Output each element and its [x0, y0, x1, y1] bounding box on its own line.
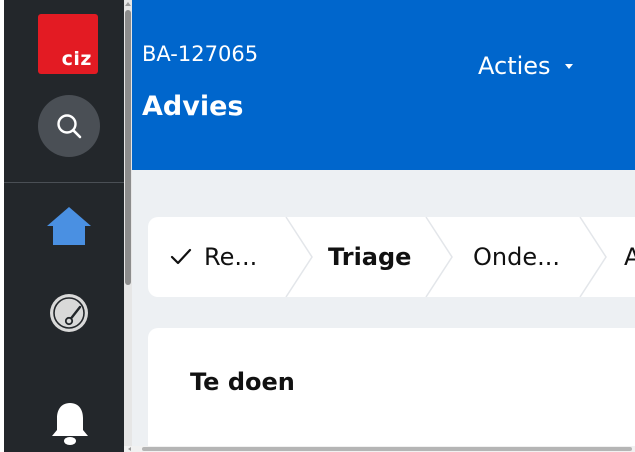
- case-id: BA-127065: [142, 42, 259, 66]
- step-current[interactable]: Triage: [328, 217, 411, 297]
- scrollbar-thumb[interactable]: [125, 10, 131, 285]
- logo-text: ciz: [61, 48, 92, 70]
- step-label: Triage: [328, 243, 412, 271]
- sidebar-divider: [4, 182, 124, 183]
- horizontal-scrollbar[interactable]: [124, 446, 635, 452]
- todo-card: Te doen: [148, 328, 635, 452]
- ciz-logo[interactable]: ciz: [38, 14, 98, 74]
- dashboard-gauge-icon: [50, 294, 88, 332]
- step-separator-icon: [285, 217, 313, 297]
- step-label: A: [624, 243, 635, 271]
- step-separator-icon: [424, 217, 453, 297]
- caret-down-icon: [564, 63, 573, 69]
- sidebar-scrollbar[interactable]: [124, 0, 132, 452]
- step-label: Onde...: [473, 243, 560, 271]
- checkmark-icon: [170, 248, 192, 265]
- horizontal-scrollbar-thumb[interactable]: [142, 447, 632, 451]
- main-content: Re... Triage Onde... A Te doen: [132, 170, 635, 452]
- nav-notifications-button[interactable]: [50, 400, 90, 446]
- bell-icon: [52, 403, 88, 445]
- search-button[interactable]: [38, 95, 100, 157]
- scroll-left-arrow-icon[interactable]: [128, 447, 131, 451]
- step-separator-icon: [579, 217, 607, 297]
- search-icon: [57, 114, 82, 139]
- sidebar: ciz: [4, 0, 124, 452]
- step-completed[interactable]: Re...: [170, 217, 257, 297]
- nav-home-button[interactable]: [46, 205, 92, 247]
- actions-dropdown[interactable]: Acties: [478, 52, 573, 80]
- actions-label: Acties: [478, 52, 551, 80]
- step-label: Re...: [204, 243, 258, 271]
- case-header: BA-127065 Advies Acties: [132, 0, 635, 170]
- home-icon: [47, 207, 91, 245]
- step-upcoming[interactable]: A: [624, 217, 635, 297]
- nav-dashboard-button[interactable]: [48, 292, 90, 334]
- page-title: Advies: [142, 91, 244, 122]
- step-upcoming[interactable]: Onde...: [473, 217, 560, 297]
- scroll-up-arrow-icon[interactable]: [125, 2, 131, 6]
- todo-card-title: Te doen: [190, 368, 295, 396]
- process-stepper: Re... Triage Onde... A: [148, 217, 635, 297]
